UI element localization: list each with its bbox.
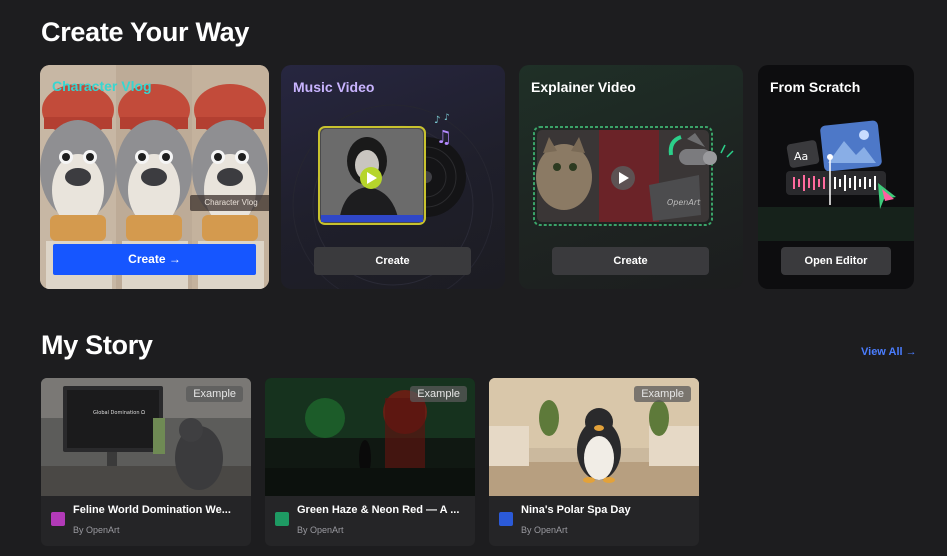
- story-title: Green Haze & Neon Red — A ...: [297, 504, 460, 516]
- video-icon: [51, 512, 65, 526]
- character-vlog-create-button[interactable]: Create →: [53, 244, 256, 275]
- svg-text:♪: ♪: [434, 115, 440, 126]
- character-vlog-title: Character Vlog: [52, 78, 152, 94]
- screen-title-text: Global Domination Ω: [93, 410, 145, 416]
- section-title-create-your-way: Create Your Way: [41, 17, 250, 47]
- svg-text:OpenArt: OpenArt: [667, 198, 701, 207]
- story-title: Nina's Polar Spa Day: [521, 504, 631, 516]
- music-video-create-button[interactable]: Create: [314, 247, 471, 275]
- story-card[interactable]: Example Nina's Polar Spa Day By OpenArt: [489, 378, 699, 546]
- music-video-card[interactable]: Music Video ♫ ♪ ♪ Create: [281, 65, 505, 289]
- example-badge: Example: [634, 386, 691, 402]
- svg-text:♪: ♪: [444, 113, 450, 123]
- star-icon: [499, 512, 513, 526]
- story-card[interactable]: Example Green Haze & Neon Red — A ... By…: [265, 378, 475, 546]
- example-badge: Example: [410, 386, 467, 402]
- example-badge: Example: [186, 386, 243, 402]
- svg-text:♫: ♫: [436, 127, 452, 148]
- story-author: By OpenArt: [521, 525, 568, 535]
- character-vlog-tag: Character Vlog: [190, 195, 269, 211]
- music-icon: [275, 512, 289, 526]
- story-author: By OpenArt: [297, 525, 344, 535]
- character-vlog-card[interactable]: Character Vlog Character Vlog Create →: [40, 65, 269, 289]
- explainer-video-card[interactable]: Explainer Video OpenArt Create: [519, 65, 743, 289]
- text-aa-icon: Aa: [794, 150, 808, 163]
- story-thumbnail: Example: [489, 378, 699, 496]
- from-scratch-card[interactable]: From Scratch Aa Open Editor: [758, 65, 914, 289]
- story-thumbnail: Example: [265, 378, 475, 496]
- explainer-video-create-button[interactable]: Create: [552, 247, 709, 275]
- story-thumbnail: Global Domination Ω Example: [41, 378, 251, 496]
- story-title: Feline World Domination We...: [73, 504, 231, 516]
- story-author: By OpenArt: [73, 525, 120, 535]
- story-card[interactable]: Global Domination Ω Example Feline World…: [41, 378, 251, 546]
- section-title-my-story: My Story: [41, 330, 153, 360]
- from-scratch-open-editor-button[interactable]: Open Editor: [781, 247, 891, 275]
- view-all-link[interactable]: View All →: [861, 346, 917, 358]
